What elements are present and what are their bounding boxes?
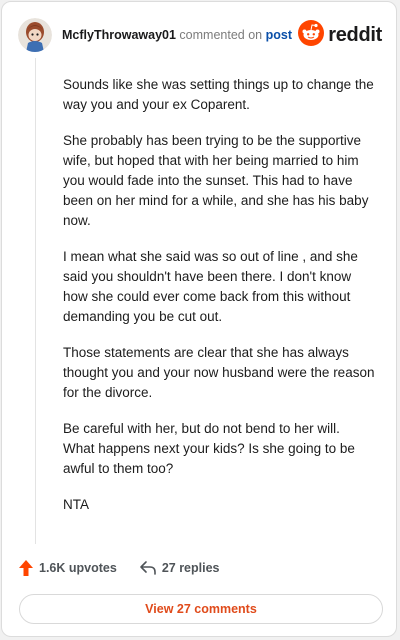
reply-count: 27 replies	[161, 561, 220, 575]
snoo-avatar-icon[interactable]	[18, 18, 52, 52]
comment-paragraph: Be careful with her, but do not bend to …	[63, 421, 355, 476]
comment-action-text: commented on	[179, 28, 263, 42]
comment-paragraph: She probably has been trying to be the s…	[63, 133, 369, 228]
comment-footer: 1.6K upvotes 27 replies	[18, 558, 220, 578]
comment-paragraph: Those statements are clear that she has …	[63, 345, 375, 400]
comment-username[interactable]: McflyThrowaway01	[62, 28, 176, 42]
comment-paragraph: Sounds like she was setting things up to…	[63, 77, 374, 112]
upvote-count: 1.6K upvotes	[39, 561, 117, 575]
thread-line[interactable]	[35, 58, 36, 544]
reddit-brand[interactable]: reddit	[298, 19, 382, 51]
post-link[interactable]: post	[266, 28, 292, 42]
comment-header: McflyThrowaway01 commented on post reddi…	[18, 16, 382, 54]
reddit-wordmark: reddit	[328, 23, 382, 46]
comment-body: Sounds like she was setting things up to…	[63, 75, 375, 531]
reddit-logo-icon	[298, 19, 325, 51]
reply-arrow-icon	[139, 560, 157, 576]
upvote-button[interactable]: 1.6K upvotes	[18, 559, 117, 577]
comment-meta: McflyThrowaway01 commented on post	[62, 27, 292, 43]
upvote-arrow-icon	[18, 559, 34, 577]
comment-card: McflyThrowaway01 commented on post reddi…	[1, 1, 397, 637]
comment-paragraph: NTA	[63, 497, 89, 512]
replies-button[interactable]: 27 replies	[139, 560, 220, 576]
comment-paragraph: I mean what she said was so out of line …	[63, 249, 358, 324]
view-comments-button[interactable]: View 27 comments	[19, 594, 383, 624]
